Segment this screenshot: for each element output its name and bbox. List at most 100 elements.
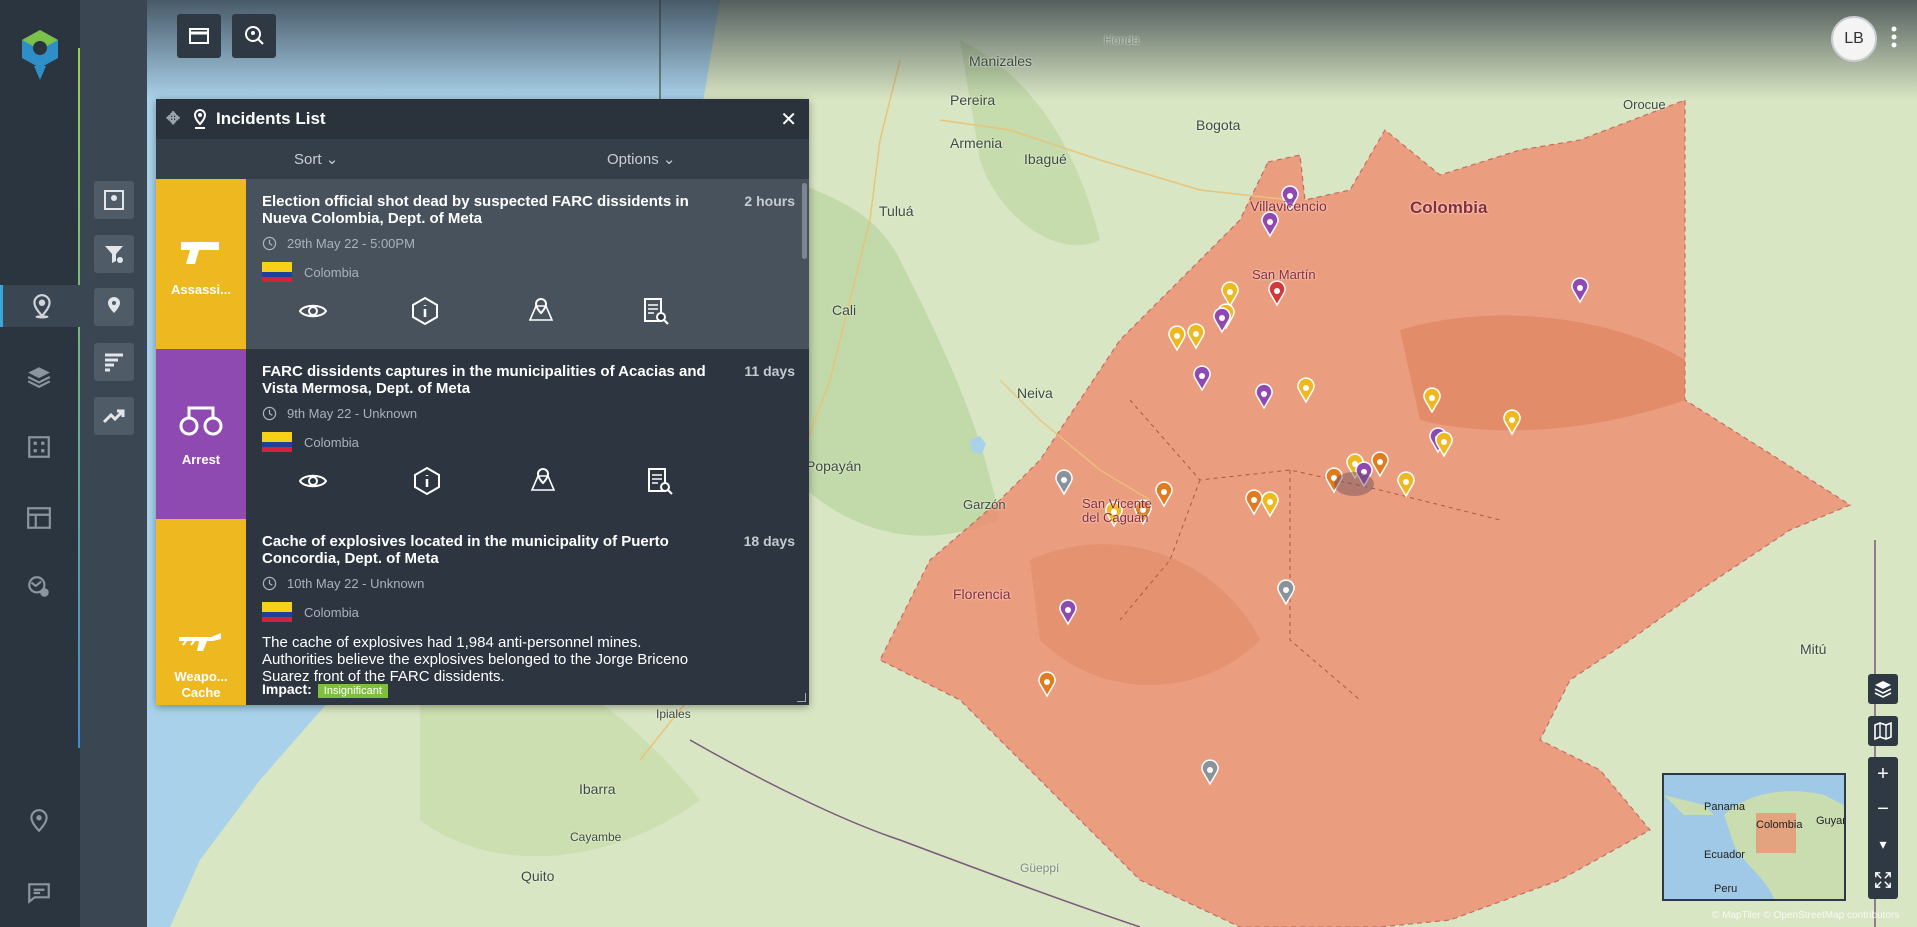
incident-title[interactable]: Election official shot dead by suspected… [262,193,712,227]
tool-location-list[interactable] [94,288,134,326]
incident-country: Colombia [262,602,359,622]
layers-icon [1874,681,1892,698]
options-dropdown[interactable]: Options ⌄ [607,150,675,168]
map-label-neiva: Neiva [1017,385,1053,401]
map-icon [1874,721,1892,741]
info-button[interactable] [408,295,442,327]
handcuffs-icon [179,406,223,435]
info-icon [412,296,438,326]
incident-list: Assassi... Election official shot dead b… [156,179,809,705]
zoom-controls: + − ▾ [1868,757,1898,899]
tool-map-report[interactable] [94,181,134,219]
chevron-down-icon: ⌄ [325,151,339,168]
map-label-tulua: Tuluá [879,203,914,219]
incident-item[interactable]: Assassi... Election official shot dead b… [156,179,809,349]
minimap-label-colombia: Colombia [1756,819,1803,831]
view-button[interactable] [296,465,330,497]
view-button[interactable] [296,295,330,327]
panel-scrollbar[interactable] [802,183,807,259]
map-label-colombia: Colombia [1410,198,1488,217]
map-label-san-vicente: San Vicente del Caguán [1082,496,1152,525]
basemap-button[interactable] [1868,716,1898,746]
kebab-menu-icon[interactable] [1891,26,1897,48]
map-label-ibarra: Ibarra [579,781,616,797]
fullscreen-button[interactable] [1868,862,1898,897]
report-button[interactable] [638,295,672,327]
incident-date: 10th May 22 - Unknown [262,576,424,591]
minimap-label-panama: Panama [1704,801,1745,813]
clock-icon [262,236,277,251]
map-attribution[interactable]: © MapTiler © OpenStreetMap contributors [1712,910,1899,921]
window-icon [189,28,209,44]
move-handle-icon[interactable]: ✥ [166,109,186,129]
incident-description: The cache of explosives had 1,984 anti-p… [262,634,689,685]
map-label-guepi: Güeppí [1020,861,1060,875]
sort-dropdown[interactable]: Sort ⌄ [294,150,338,168]
panel-title: Incidents List [216,109,326,128]
nav-incidents[interactable] [0,285,80,327]
user-avatar[interactable]: LB [1831,16,1877,62]
location-pin-icon [30,809,48,833]
report-search-icon [644,298,669,325]
incident-actions [296,295,696,327]
map-pin-icon [528,297,554,321]
nav-buildings[interactable] [18,426,60,468]
close-icon[interactable]: ✕ [780,107,797,132]
incident-age: 2 hours [744,193,795,209]
layers-button[interactable] [1868,674,1898,704]
buildings-icon [28,436,50,458]
map-label-pereira: Pereira [950,92,996,108]
compass-button[interactable]: ▾ [1868,827,1898,862]
incident-date: 9th May 22 - Unknown [262,406,417,421]
nav-risk[interactable] [18,566,60,608]
map-label-villavicencio: Villavicencio [1250,198,1327,214]
info-icon [414,466,440,496]
trend-icon [102,409,125,424]
info-button[interactable] [410,465,444,497]
pin-icon [193,109,207,129]
map-label-cayambe: Cayambe [570,830,622,844]
left-nav-rail [0,0,80,927]
map-report-icon [104,190,124,210]
map-label-mitu: Mitú [1800,641,1827,657]
nav-feedback[interactable] [18,872,60,914]
resize-handle[interactable] [797,693,806,702]
incident-item[interactable]: Arrest FARC dissidents captures in the m… [156,349,809,519]
zoom-in-button[interactable]: + [1868,757,1898,792]
map-label-florencia: Florencia [953,586,1011,602]
locate-button[interactable] [524,295,558,327]
eye-icon [298,304,328,318]
clock-icon [262,576,277,591]
layers-icon [27,367,51,388]
nav-layers[interactable] [18,356,60,398]
incident-age: 11 days [744,363,795,379]
bar-sort-icon [105,353,123,372]
map-label-popayan: Popayán [806,458,862,474]
overview-minimap[interactable]: Panama Colombia Guyar Ecuador Peru [1662,773,1846,901]
nav-dashboard[interactable] [18,497,60,539]
chevron-down-icon: ⌄ [662,151,676,168]
category-badge: Arrest [156,349,246,519]
nav-location-pin[interactable] [18,800,60,842]
dashboard-icon [27,507,51,529]
impact-badge: Insignificant [317,684,388,698]
tool-sub-rail [80,0,147,927]
map-label-san-martin: San Martín [1252,267,1316,282]
report-button[interactable] [642,465,676,497]
incidents-icon [32,294,51,319]
map-label-manizales: Manizales [969,53,1033,69]
incident-title[interactable]: Cache of explosives located in the munic… [262,533,712,567]
location-search-button[interactable] [232,14,276,58]
incident-title[interactable]: FARC dissidents captures in the municipa… [262,363,712,397]
eye-icon [298,474,328,488]
tool-trend[interactable] [94,397,134,435]
locate-button[interactable] [526,465,560,497]
location-search-icon [245,26,264,45]
incident-item[interactable]: Weapo... Cache Cache of explosives locat… [156,519,809,705]
tool-filter-settings[interactable] [94,235,134,273]
app-logo-icon[interactable] [20,28,60,80]
category-badge: Weapo... Cache [156,519,246,705]
panel-toggle-button[interactable] [177,14,221,58]
zoom-out-button[interactable]: − [1868,792,1898,827]
tool-bar-sort[interactable] [94,343,134,381]
